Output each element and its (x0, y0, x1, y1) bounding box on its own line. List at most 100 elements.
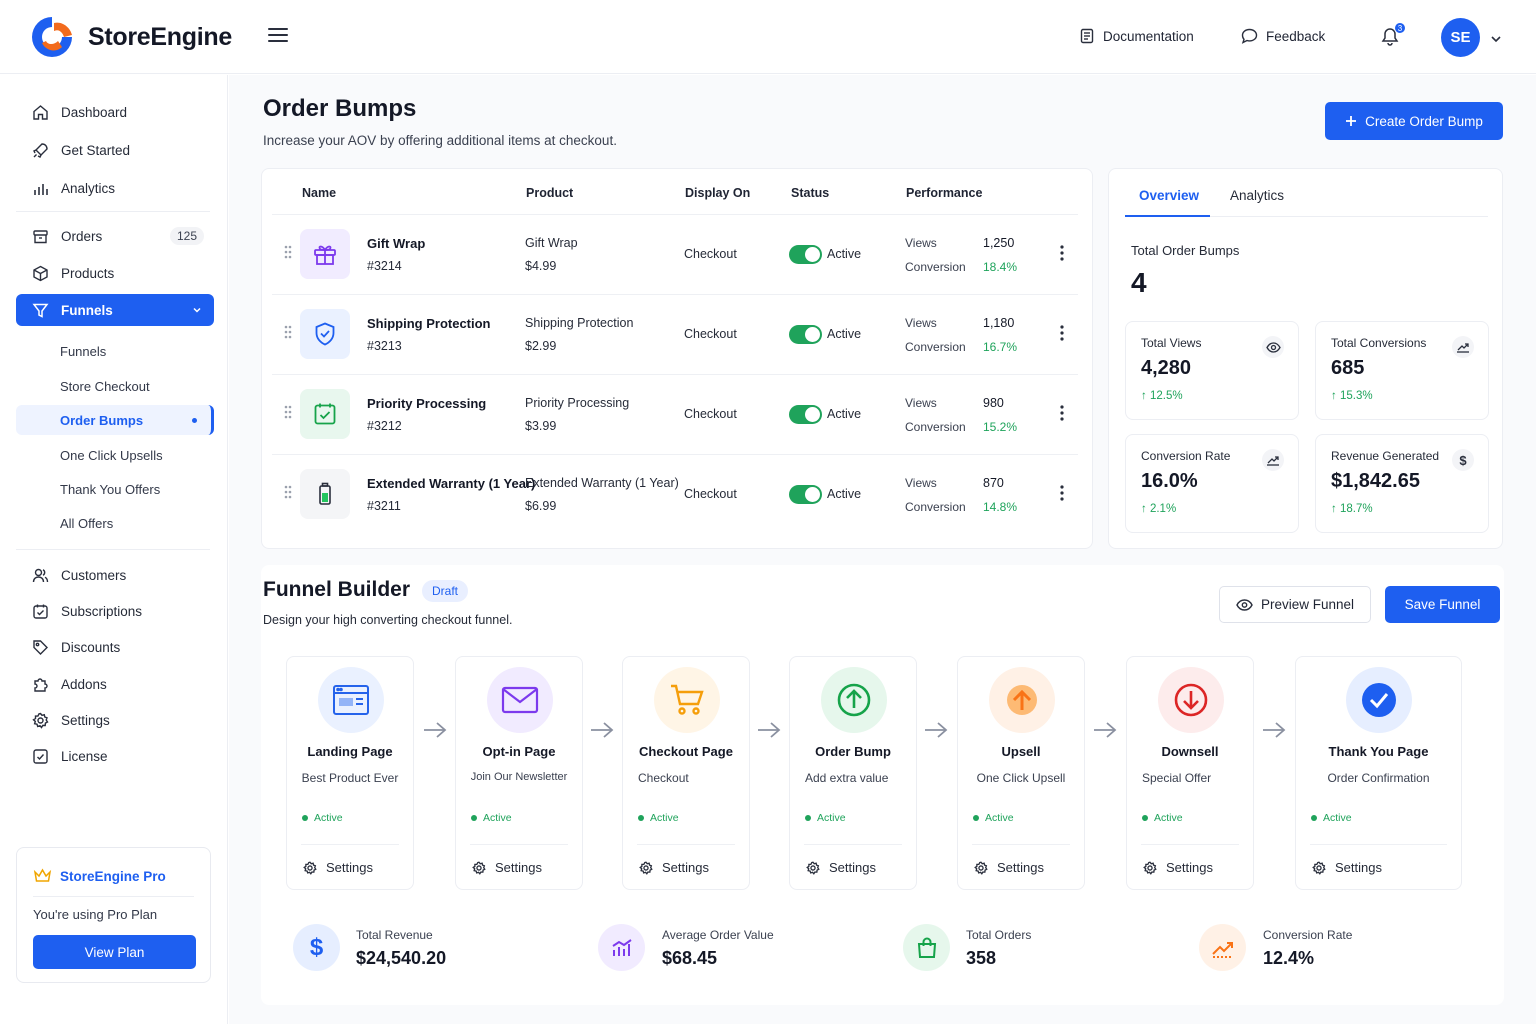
notifications-button[interactable]: 3 (1380, 22, 1406, 49)
sidebar-item-dashboard[interactable]: Dashboard (16, 96, 214, 128)
bump-name[interactable]: Shipping Protection (367, 316, 491, 331)
table-row[interactable]: Gift Wrap #3214 Gift Wrap $4.99 Checkout… (272, 214, 1078, 294)
sidebar: Dashboard Get Started Analytics Orders 1… (0, 75, 228, 1024)
puzzle-icon (34, 677, 48, 692)
conversion-label: Conversion (905, 340, 966, 354)
sidebar-item-label: Get Started (61, 142, 131, 158)
step-settings-label: Settings (1335, 860, 1382, 875)
save-funnel-button[interactable]: Save Funnel (1385, 586, 1500, 623)
funnel-step-checkout-page[interactable]: Checkout Page Checkout Active Settings (622, 656, 750, 890)
crown-icon (33, 868, 52, 882)
storeengine-logo-icon (32, 17, 72, 57)
more-options-icon[interactable] (1060, 485, 1064, 501)
bump-name[interactable]: Gift Wrap (367, 236, 425, 251)
step-settings-button[interactable]: Settings (472, 860, 542, 875)
step-settings-button[interactable]: Settings (639, 860, 709, 875)
more-options-icon[interactable] (1060, 325, 1064, 341)
gear-icon (32, 712, 49, 729)
bump-name[interactable]: Extended Warranty (1 Year) (367, 476, 535, 491)
step-title: Checkout Page (639, 744, 733, 759)
funnel-step-thank-you-page[interactable]: Thank You Page Order Confirmation Active… (1295, 656, 1462, 890)
drag-handle-icon[interactable] (284, 405, 292, 419)
envelope-icon (501, 686, 539, 714)
tag-icon (33, 639, 48, 655)
step-divider (637, 844, 735, 845)
sidebar-item-license[interactable]: License (16, 740, 214, 772)
funnel-step-order-bump[interactable]: Order Bump Add extra value Active Settin… (789, 656, 917, 890)
trend-up-icon (1457, 343, 1469, 353)
column-header-status: Status (791, 186, 830, 200)
funnel-step-downsell[interactable]: Downsell Special Offer Active Settings (1126, 656, 1254, 890)
user-avatar[interactable]: SE (1441, 18, 1480, 57)
step-status: Active (471, 812, 512, 824)
brand-logo[interactable]: StoreEngine (28, 15, 232, 59)
table-row[interactable]: Extended Warranty (1 Year) #3211 Extende… (272, 454, 1078, 534)
step-divider (470, 844, 568, 845)
status-toggle[interactable] (789, 325, 822, 344)
gear-icon (1143, 860, 1157, 875)
sidebar-item-label: Subscriptions (61, 603, 143, 619)
sidebar-subitem-thank-you-offers[interactable]: Thank You Offers (16, 474, 214, 504)
step-title: Upsell (1001, 744, 1041, 759)
status-toggle[interactable] (789, 485, 822, 504)
step-icon-circle (1346, 667, 1412, 733)
more-options-icon[interactable] (1060, 405, 1064, 421)
funnel-step-opt-in-page[interactable]: Opt-in Page Join Our Newsletter Active S… (455, 656, 583, 890)
documentation-link[interactable]: Documentation (1079, 28, 1194, 44)
funnel-step-upsell[interactable]: Upsell One Click Upsell Active Settings (957, 656, 1085, 890)
gear-icon (639, 860, 653, 875)
sidebar-item-subscriptions[interactable]: Subscriptions (16, 595, 214, 627)
chevron-down-icon (193, 307, 201, 313)
funnel-step-landing-page[interactable]: Landing Page Best Product Ever Active Se… (286, 656, 414, 890)
sidebar-subitem-one-click-upsells[interactable]: One Click Upsells (16, 440, 214, 470)
trend-up-icon (1211, 941, 1233, 958)
sidebar-item-label: Settings (61, 712, 110, 728)
active-indicator-dot (192, 417, 197, 423)
feedback-link[interactable]: Feedback (1241, 28, 1325, 44)
sidebar-subitem-funnels[interactable]: Funnels (16, 336, 214, 366)
sidebar-item-settings[interactable]: Settings (16, 704, 214, 736)
drag-handle-icon[interactable] (284, 245, 292, 259)
tab-overview[interactable]: Overview (1139, 188, 1199, 203)
user-menu-toggle[interactable] (1490, 32, 1502, 47)
bump-name[interactable]: Priority Processing (367, 396, 486, 411)
sidebar-item-get-started[interactable]: Get Started (16, 134, 214, 166)
more-options-icon[interactable] (1060, 245, 1064, 261)
sidebar-item-customers[interactable]: Customers (16, 559, 214, 591)
table-row[interactable]: Shipping Protection #3213 Shipping Prote… (272, 294, 1078, 374)
stat-change-value: 18.7% (1339, 503, 1373, 515)
drag-handle-icon[interactable] (284, 325, 292, 339)
bump-price: $6.99 (525, 499, 557, 513)
status-dot (1311, 815, 1317, 821)
sidebar-item-label: Dashboard (61, 104, 128, 120)
sidebar-item-funnels[interactable]: Funnels (16, 294, 214, 326)
step-settings-button[interactable]: Settings (806, 860, 876, 875)
sidebar-subitem-store-checkout[interactable]: Store Checkout (16, 371, 214, 401)
sidebar-item-addons[interactable]: Addons (16, 668, 214, 700)
sidebar-subitem-order-bumps[interactable]: Order Bumps (16, 405, 214, 435)
users-icon (32, 568, 49, 582)
sidebar-item-discounts[interactable]: Discounts (16, 631, 214, 663)
step-settings-button[interactable]: Settings (303, 860, 373, 875)
status-toggle[interactable] (789, 245, 822, 264)
step-settings-button[interactable]: Settings (1143, 860, 1213, 875)
sidebar-item-orders[interactable]: Orders 125 (16, 220, 214, 252)
sidebar-item-label: Orders (61, 228, 103, 244)
view-plan-button[interactable]: View Plan (33, 935, 196, 969)
tab-analytics[interactable]: Analytics (1230, 188, 1284, 203)
bump-display-on: Checkout (684, 247, 737, 261)
sidebar-item-products[interactable]: Products (16, 257, 214, 289)
sidebar-item-analytics[interactable]: Analytics (16, 172, 214, 204)
step-settings-button[interactable]: Settings (1312, 860, 1382, 875)
status-toggle[interactable] (789, 405, 822, 424)
drag-handle-icon[interactable] (284, 485, 292, 499)
menu-toggle-button[interactable] (268, 28, 288, 44)
create-order-bump-button[interactable]: Create Order Bump (1325, 102, 1503, 140)
column-header-display-on: Display On (685, 186, 751, 200)
table-row[interactable]: Priority Processing #3212 Priority Proce… (272, 374, 1078, 454)
sidebar-subitem-all-offers[interactable]: All Offers (16, 508, 214, 538)
step-status: Active (973, 812, 1014, 824)
step-settings-button[interactable]: Settings (974, 860, 1044, 875)
preview-funnel-button[interactable]: Preview Funnel (1219, 586, 1371, 623)
step-status: Active (1311, 812, 1352, 824)
